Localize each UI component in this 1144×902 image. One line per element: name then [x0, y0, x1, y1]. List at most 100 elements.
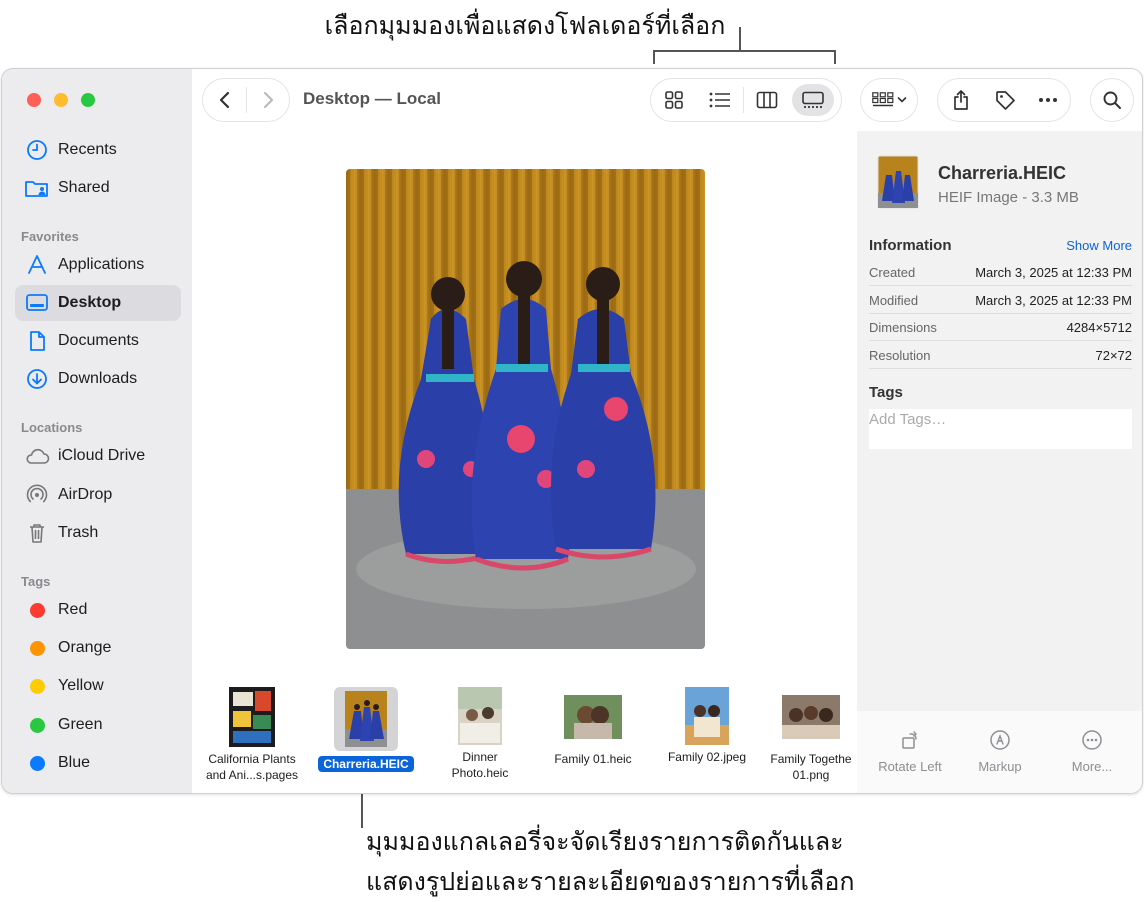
tags-section-label: Tags — [21, 574, 51, 589]
sidebar-item-documents[interactable]: Documents — [15, 323, 181, 359]
chevron-down-icon — [897, 97, 906, 103]
photo-thumbnail-image — [685, 687, 729, 745]
back-button[interactable] — [203, 79, 246, 121]
sidebar-tag-red[interactable]: Red — [15, 592, 181, 628]
thumbnail-caption: Dinner — [462, 750, 498, 764]
grid-icon — [665, 91, 683, 109]
sidebar-tag-blue[interactable]: Blue — [15, 745, 181, 781]
gallery-view-button[interactable] — [792, 84, 834, 116]
rotate-left-icon — [902, 731, 917, 749]
info-row-dimensions: Dimensions 4284×5712 — [869, 314, 1132, 341]
sidebar-item-label: AirDrop — [58, 486, 113, 503]
column-view-button[interactable] — [744, 83, 790, 117]
rotate-left-button[interactable]: Rotate Left — [865, 727, 955, 774]
share-button[interactable] — [938, 79, 984, 121]
document-thumbnail-image — [229, 687, 275, 747]
callout-view-options: เลือกมุมมองเพื่อแสดงโฟลเดอร์ที่เลือก — [324, 12, 726, 40]
thumbnail-item[interactable]: Family 02.jpeg — [652, 687, 762, 765]
show-more-link[interactable]: Show More — [1066, 238, 1132, 253]
information-heading: Information — [869, 237, 952, 254]
sidebar-item-label: Documents — [58, 332, 139, 349]
tag-button[interactable] — [984, 79, 1026, 121]
share-icon — [954, 90, 968, 110]
sidebar-item-label: Recents — [58, 141, 117, 158]
tag-dot-icon — [29, 755, 45, 771]
image-preview[interactable] — [346, 169, 705, 649]
action-label: Markup — [978, 759, 1022, 774]
sidebar-item-label: Shared — [58, 179, 110, 196]
thumbnail-item[interactable]: Dinner Photo.heic — [425, 687, 535, 781]
more-actions-button[interactable] — [1026, 79, 1070, 121]
desktop-icon — [24, 291, 50, 315]
sidebar-item-icloud-drive[interactable]: iCloud Drive — [15, 438, 181, 474]
tag-dot-icon — [29, 640, 45, 656]
sidebar-item-airdrop[interactable]: AirDrop — [15, 477, 181, 513]
chevron-right-icon — [263, 91, 274, 109]
toolbar: Desktop — Local — [192, 69, 1142, 131]
dancers-thumbnail-image — [345, 691, 387, 747]
info-value: 4284×5712 — [1066, 319, 1132, 335]
thumbnail-strip: California Plants and Ani...s.pages Charr… — [192, 687, 857, 793]
callout-line-1: มุมมองแกลเลอรี่จะจัดเรียงรายการติดกันและ — [366, 828, 844, 856]
navigation-group — [202, 78, 290, 122]
sidebar-item-desktop[interactable]: Desktop — [15, 285, 181, 321]
markup-button[interactable]: Markup — [955, 727, 1045, 774]
sidebar-item-label: Downloads — [58, 370, 138, 387]
chevron-left-icon — [219, 91, 229, 109]
add-tags-field[interactable]: Add Tags… — [869, 409, 1132, 449]
favorites-section-label: Favorites — [21, 229, 79, 244]
forward-button[interactable] — [247, 79, 289, 121]
file-preview-icon — [877, 155, 919, 209]
photo-thumbnail-image — [458, 687, 502, 745]
info-value: March 3, 2025 at 12:33 PM — [975, 264, 1132, 280]
thumbnail-caption: 01.png — [792, 768, 830, 782]
thumbnail-item-selected[interactable]: Charreria.HEIC — [311, 687, 421, 772]
sidebar-item-label: Applications — [58, 256, 145, 273]
thumbnail-item[interactable]: California Plants and Ani...s.pages — [197, 687, 307, 783]
more-circle-icon — [1082, 730, 1102, 750]
info-key: Created — [869, 264, 916, 280]
applications-icon — [24, 253, 50, 277]
dancers-photo-image — [346, 169, 705, 649]
sidebar: Recents Shared Favorites Applications De… — [2, 69, 192, 793]
sidebar-item-label: Red — [58, 601, 88, 618]
clock-icon — [24, 138, 50, 162]
sidebar-item-shared[interactable]: Shared — [15, 170, 181, 206]
thumbnail-item[interactable]: Family 01.heic — [538, 687, 648, 767]
gallery-view: California Plants and Ani...s.pages Charr… — [192, 131, 857, 793]
thumbnail-caption: California Plants — [208, 752, 296, 766]
sidebar-item-downloads[interactable]: Downloads — [15, 361, 181, 397]
more-button[interactable]: More... — [1047, 727, 1137, 774]
sidebar-item-trash[interactable]: Trash — [15, 515, 181, 551]
photo-thumbnail-image — [564, 695, 622, 739]
airdrop-icon — [24, 483, 50, 507]
minimize-button[interactable] — [54, 93, 68, 107]
sidebar-item-label: Orange — [58, 639, 112, 656]
window-title: Desktop — Local — [303, 89, 441, 108]
markup-icon — [990, 730, 1010, 750]
sidebar-tag-yellow[interactable]: Yellow — [15, 668, 181, 704]
actions-group — [937, 78, 1071, 122]
thumbnail-caption: and Ani...s.pages — [205, 768, 299, 782]
thumbnail-caption: Family 01.heic — [554, 752, 632, 766]
search-icon — [1103, 91, 1121, 109]
close-button[interactable] — [27, 93, 41, 107]
info-row-resolution: Resolution 72×72 — [869, 342, 1132, 369]
list-view-button[interactable] — [697, 83, 743, 117]
sidebar-item-applications[interactable]: Applications — [15, 247, 181, 283]
sidebar-item-recents[interactable]: Recents — [15, 132, 181, 168]
thumbnail-item[interactable]: Family Togethe 01.png — [765, 687, 857, 783]
callout-bracket — [653, 50, 836, 64]
icon-view-button[interactable] — [651, 83, 697, 117]
group-by-button[interactable] — [860, 78, 918, 122]
search-button[interactable] — [1090, 78, 1134, 122]
zoom-button[interactable] — [81, 93, 95, 107]
tag-dot-icon — [29, 602, 45, 618]
sidebar-item-label: Green — [58, 716, 103, 733]
info-key: Resolution — [869, 347, 931, 363]
sidebar-tag-orange[interactable]: Orange — [15, 630, 181, 666]
tag-icon — [996, 91, 1015, 110]
list-icon — [709, 92, 730, 108]
ellipsis-icon — [1039, 98, 1057, 102]
sidebar-tag-green[interactable]: Green — [15, 707, 181, 743]
